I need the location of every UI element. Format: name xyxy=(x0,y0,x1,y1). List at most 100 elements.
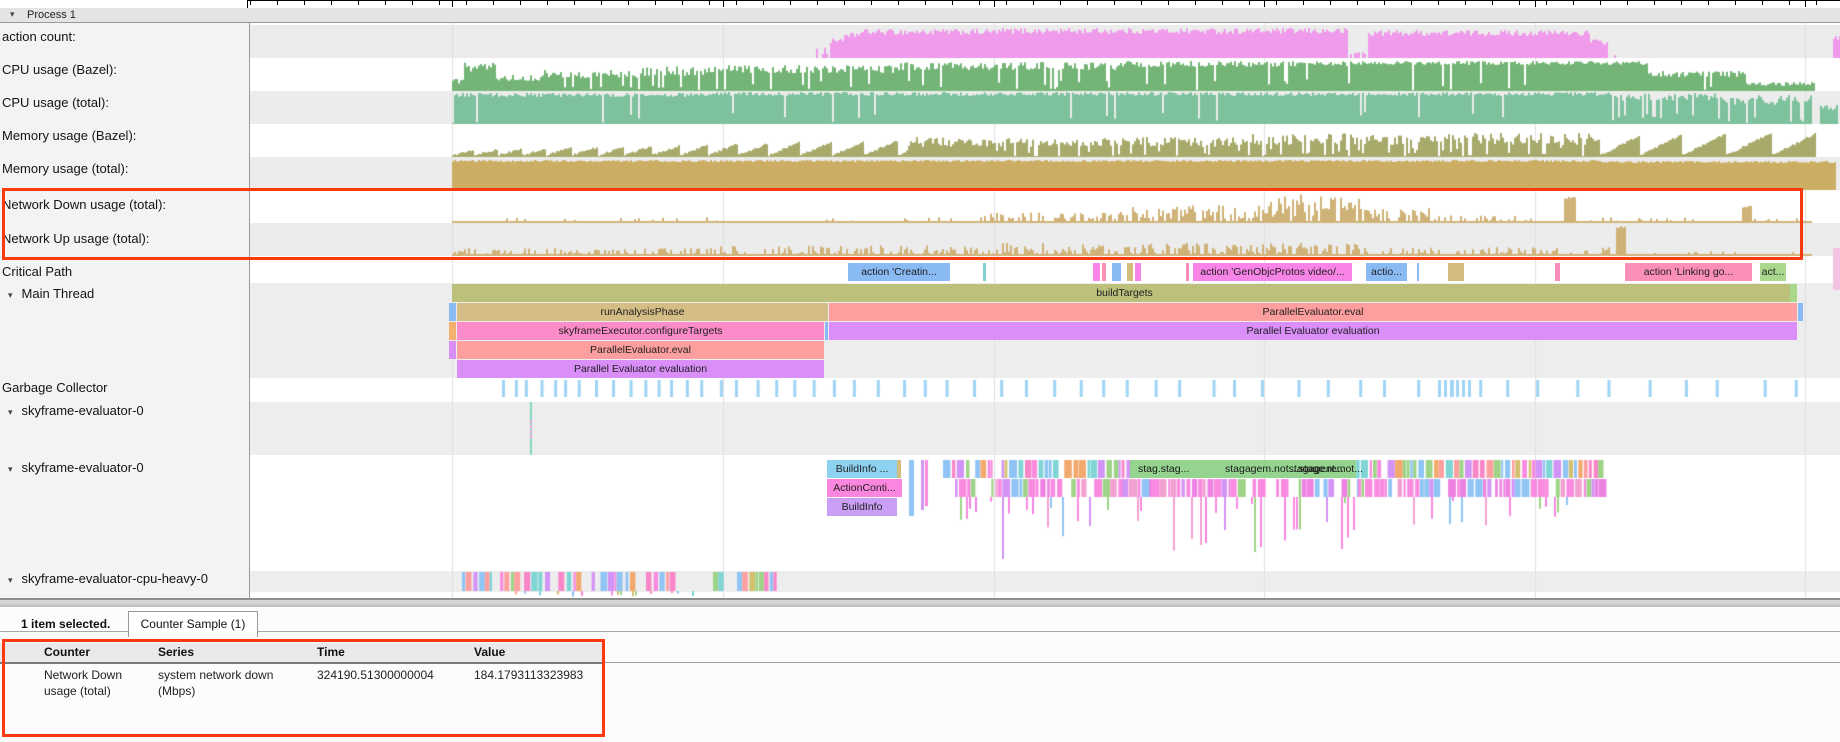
timeline-span[interactable]: ParallelEvaluator.eval xyxy=(457,341,824,359)
track-label-critical-path: Critical Path xyxy=(2,264,72,279)
timeline-span[interactable]: ActionConti... xyxy=(827,479,902,497)
track-label-skyframe-evaluator-cpu-heavy-0[interactable]: ▾ skyframe-evaluator-cpu-heavy-0 xyxy=(8,571,208,586)
timeline-span[interactable]: act... xyxy=(1760,263,1786,281)
cell-time: 324190.51300000004 xyxy=(317,667,467,683)
timeline-span[interactable]: Parallel Evaluator evaluation xyxy=(829,322,1797,340)
column-header-value[interactable]: Value xyxy=(474,643,505,662)
ruler-tick xyxy=(358,1,359,5)
timeline-span-sliver[interactable] xyxy=(449,341,456,359)
ruler-tick xyxy=(1357,1,1358,5)
ruler-tick xyxy=(466,1,467,5)
track-label-skyframe-evaluator-0[interactable]: ▾skyframe-evaluator-0 xyxy=(8,460,144,475)
track-label-cpu-usage-total: CPU usage (total): xyxy=(2,95,109,110)
timeline-span-sliver[interactable] xyxy=(1112,263,1121,281)
ruler-tick xyxy=(1411,1,1412,5)
ruler-tick xyxy=(277,1,278,5)
span-overlay-label: stag.stag... xyxy=(1138,460,1189,478)
ruler-tick xyxy=(1330,1,1331,5)
timeline-span[interactable]: skyframeExecutor.configureTargets xyxy=(457,322,824,340)
track-label-text: Garbage Collector xyxy=(2,380,108,395)
ruler-tick xyxy=(385,1,386,5)
time-ruler[interactable] xyxy=(0,0,1840,8)
ruler-tick xyxy=(817,1,818,5)
collapse-arrow-icon[interactable]: ▾ xyxy=(8,575,13,585)
timeline-span[interactable]: actio... xyxy=(1366,263,1407,281)
timeline-span[interactable]: buildTargets xyxy=(452,284,1797,302)
ruler-tick xyxy=(979,1,980,5)
ruler-tick xyxy=(1006,1,1007,5)
column-header-counter[interactable]: Counter xyxy=(44,643,90,662)
track-label-text: CPU usage (Bazel): xyxy=(2,62,117,77)
panel-separator-handle[interactable] xyxy=(0,598,1840,607)
timeline-span-sliver[interactable] xyxy=(1417,263,1419,281)
ruler-tick xyxy=(1168,1,1169,5)
timeline-span[interactable]: action 'Creatin... xyxy=(848,263,950,281)
table-header: Counter Series Time Value xyxy=(0,643,605,664)
ruler-tick xyxy=(1465,1,1466,5)
timeline-span-sliver[interactable] xyxy=(1448,263,1464,281)
ruler-tick xyxy=(628,1,629,5)
timeline-span-sliver[interactable] xyxy=(1135,263,1141,281)
track-label-text: Memory usage (Bazel): xyxy=(2,128,136,143)
column-header-series[interactable]: Series xyxy=(158,643,194,662)
timeline-span-sliver[interactable] xyxy=(1790,284,1797,302)
ruler-tick xyxy=(655,1,656,5)
ruler-tick xyxy=(871,1,872,5)
timeline-span-sliver[interactable] xyxy=(449,303,456,321)
track-label-action-count: action count: xyxy=(2,29,76,44)
ruler-tick xyxy=(844,1,845,5)
timeline-span[interactable]: Parallel Evaluator evaluation xyxy=(457,360,824,378)
column-header-time[interactable]: Time xyxy=(317,643,345,662)
ruler-tick xyxy=(952,1,953,5)
collapse-arrow-icon[interactable]: ▾ xyxy=(10,9,15,20)
timeline-area: action 'Creatin... action 'GenObjcProtos … xyxy=(0,22,1840,598)
collapse-arrow-icon[interactable]: ▾ xyxy=(8,407,13,417)
timeline-span[interactable]: ParallelEvaluator.eval xyxy=(829,303,1797,321)
track-label-text: skyframe-evaluator-cpu-heavy-0 xyxy=(22,571,208,586)
ruler-tick xyxy=(439,1,440,5)
track-label-text: CPU usage (total): xyxy=(2,95,109,110)
timeline-span-sliver[interactable] xyxy=(825,322,828,340)
ruler-tick xyxy=(250,1,251,5)
cell-counter: Network Down usage (total) xyxy=(44,667,154,699)
trace-viewer-window: ▾ Process 1 action 'Creatin... action 'Ge… xyxy=(0,0,1840,742)
ruler-tick xyxy=(1249,1,1250,5)
track-label-network-down-usage-total: Network Down usage (total): xyxy=(2,197,166,212)
collapse-arrow-icon[interactable]: ▾ xyxy=(8,464,13,474)
timeline-span-sliver[interactable] xyxy=(1127,263,1133,281)
ruler-tick xyxy=(1114,1,1115,5)
timeline-span[interactable]: action 'Linking go... xyxy=(1625,263,1752,281)
track-label-skyframe-evaluator-0[interactable]: ▾ skyframe-evaluator-0 xyxy=(8,403,144,418)
analysis-panel: 1 item selected. Counter Sample (1) Coun… xyxy=(0,607,1840,742)
timeline-span-sliver[interactable] xyxy=(983,263,986,281)
ruler-tick xyxy=(1573,1,1574,5)
track-label-text: skyframe-evaluator-0 xyxy=(22,403,144,418)
cell-series: system network down (Mbps) xyxy=(158,667,308,699)
process-title: Process 1 xyxy=(27,9,76,21)
timeline-span-sliver[interactable] xyxy=(1102,263,1106,281)
ruler-tick xyxy=(1789,1,1790,5)
ruler-major-tick xyxy=(994,1,995,7)
timeline-span-sliver[interactable] xyxy=(449,322,456,340)
timeline-span[interactable]: action 'GenObjcProtos video/... xyxy=(1193,263,1352,281)
ruler-tick xyxy=(1060,1,1061,5)
timeline-span-sliver[interactable] xyxy=(1798,303,1803,321)
ruler-tick xyxy=(925,1,926,5)
timeline-span[interactable]: BuildInfo xyxy=(827,498,897,516)
process-header[interactable]: ▾ Process 1 xyxy=(0,8,1840,23)
collapse-arrow-icon[interactable]: ▾ xyxy=(8,290,13,300)
ruler-tick xyxy=(1762,1,1763,5)
timeline-span[interactable]: runAnalysisPhase xyxy=(457,303,828,321)
timeline-span-sliver[interactable] xyxy=(1186,263,1189,281)
timeline-span-sliver[interactable] xyxy=(897,460,901,478)
track-label-main-thread[interactable]: ▾Main Thread xyxy=(8,286,94,301)
timeline-span-sliver[interactable] xyxy=(1555,263,1560,281)
track-label-network-up-usage-total: Network Up usage (total): xyxy=(2,231,149,246)
timeline-span-sliver[interactable] xyxy=(1093,263,1100,281)
tab-counter-sample[interactable]: Counter Sample (1) xyxy=(128,611,258,637)
ruler-tick xyxy=(1627,1,1628,5)
track-label-text: action count: xyxy=(2,29,76,44)
ruler-tick xyxy=(1303,1,1304,5)
ruler-tick xyxy=(493,1,494,5)
timeline-span[interactable]: BuildInfo ... xyxy=(827,460,897,478)
